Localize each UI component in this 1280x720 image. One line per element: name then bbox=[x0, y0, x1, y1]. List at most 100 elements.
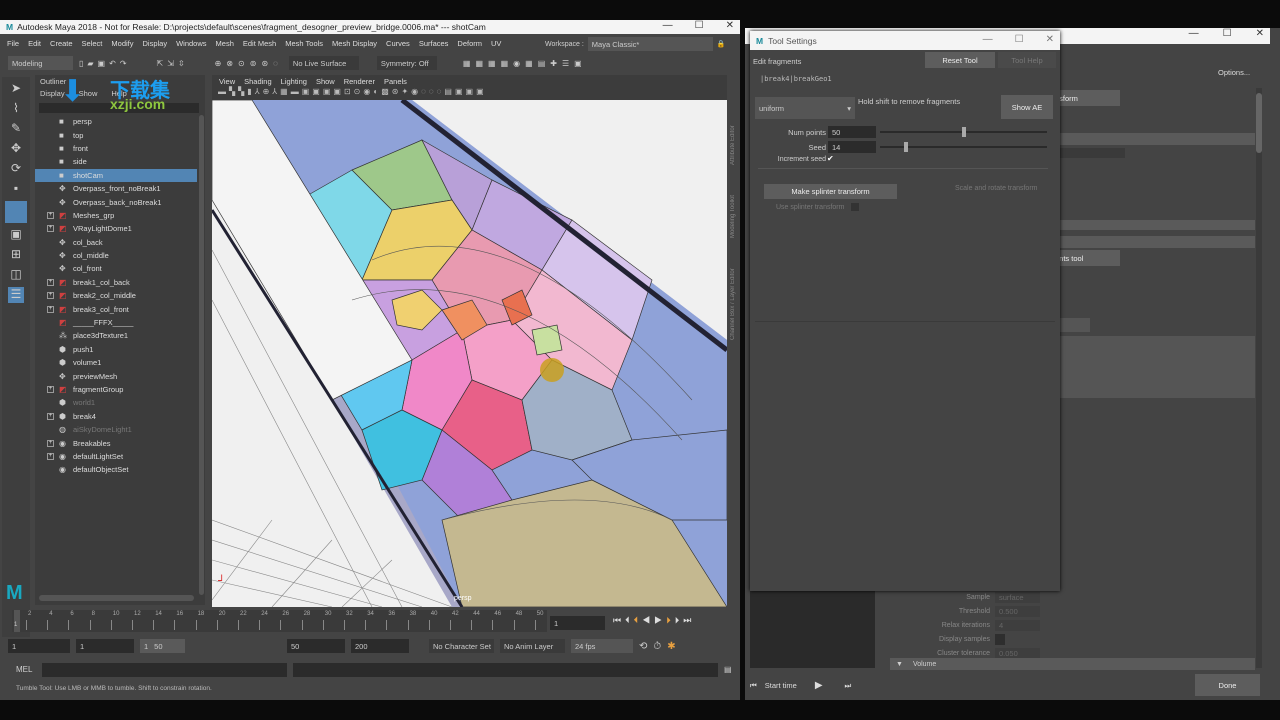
menu-display[interactable]: Display bbox=[143, 39, 168, 48]
current-frame-marker[interactable]: 1 bbox=[14, 610, 20, 632]
outliner-item[interactable]: + ◉ Breakables bbox=[35, 436, 197, 449]
end-frame-field[interactable]: 200 bbox=[351, 639, 409, 653]
outliner-item[interactable]: ■ top bbox=[35, 128, 197, 141]
expand-icon[interactable]: + bbox=[47, 278, 54, 286]
rewind-icon[interactable]: ⏮ bbox=[750, 681, 757, 691]
outliner-item[interactable]: ◍ aiSkyDomeLight1 bbox=[35, 423, 197, 436]
outliner-item[interactable]: ✥ col_front bbox=[35, 262, 197, 275]
character-set-dropdown[interactable]: No Character Set bbox=[429, 639, 494, 653]
snap-icons[interactable]: ⊕⊗⊙⊚⊛◌ bbox=[215, 59, 283, 68]
mel-label[interactable]: MEL bbox=[16, 665, 36, 674]
tool-help-button[interactable]: Tool Help bbox=[998, 52, 1056, 68]
script-editor-icon[interactable]: ▤ bbox=[724, 665, 732, 674]
menu-select[interactable]: Select bbox=[82, 39, 103, 48]
outliner-menu-display[interactable]: Display bbox=[40, 89, 65, 98]
attr-field[interactable]: 0.050 bbox=[995, 647, 1040, 659]
fps-dropdown[interactable]: 24 fps bbox=[571, 639, 633, 653]
command-input[interactable] bbox=[42, 662, 287, 677]
live-surface-field[interactable]: No Live Surface bbox=[288, 56, 359, 70]
outliner-item[interactable]: ■ shotCam bbox=[35, 168, 197, 182]
menu-deform[interactable]: Deform bbox=[457, 39, 482, 48]
transform-button-partial[interactable]: nsform bbox=[1055, 90, 1120, 106]
menu-edit[interactable]: Edit bbox=[28, 39, 41, 48]
mode-dropdown[interactable]: uniform ▾ bbox=[755, 97, 855, 119]
playback-start-field[interactable]: 1 bbox=[76, 639, 134, 653]
select-tool-icon[interactable]: ➤ bbox=[8, 81, 24, 97]
menu-mesh[interactable]: Mesh bbox=[216, 39, 234, 48]
menu-surfaces[interactable]: Surfaces bbox=[419, 39, 449, 48]
viewport-menu-shading[interactable]: Shading bbox=[244, 77, 272, 86]
outliner-item[interactable]: + ◩ fragmentGroup bbox=[35, 383, 197, 396]
menu-mesh-tools[interactable]: Mesh Tools bbox=[285, 39, 323, 48]
outliner-item[interactable]: ■ side bbox=[35, 155, 197, 168]
outliner-item[interactable]: + ◩ break1_col_back bbox=[35, 276, 197, 289]
viewport-menu-renderer[interactable]: Renderer bbox=[344, 77, 375, 86]
make-splinter-button[interactable]: Make splinter transform bbox=[764, 184, 897, 199]
viewport-scene[interactable] bbox=[212, 100, 727, 607]
menu-edit-mesh[interactable]: Edit Mesh bbox=[243, 39, 276, 48]
step-forward-icon[interactable]: ⏭ bbox=[845, 681, 852, 691]
anim-layer-dropdown[interactable]: No Anim Layer bbox=[500, 639, 565, 653]
maximize-button[interactable]: ☐ bbox=[695, 20, 704, 31]
num-points-field[interactable]: 50 bbox=[828, 126, 876, 138]
outliner-item[interactable]: ◩ _____FFFX_____ bbox=[35, 316, 197, 329]
start-frame-field[interactable]: 1 bbox=[8, 639, 70, 653]
two-view-icon[interactable]: ◫ bbox=[8, 267, 24, 283]
current-frame-field[interactable]: 1 bbox=[550, 616, 605, 630]
outliner-scrollbar[interactable] bbox=[199, 115, 204, 595]
reset-tool-button[interactable]: Reset Tool bbox=[925, 52, 995, 68]
menu-mesh-display[interactable]: Mesh Display bbox=[332, 39, 377, 48]
outliner-item[interactable]: ✥ col_middle bbox=[35, 249, 197, 262]
side-tab[interactable]: Channel Box / Layer Editor bbox=[730, 268, 740, 340]
outliner-item[interactable]: ✥ Overpass_back_noBreak1 bbox=[35, 195, 197, 208]
close-button[interactable]: ✕ bbox=[726, 20, 734, 31]
expand-icon[interactable]: + bbox=[47, 439, 54, 447]
attr-field[interactable]: surface bbox=[995, 591, 1040, 603]
viewport-toolbar[interactable]: ▬▚▚▮⅄⊕⅄▦▬▣▣▣▣⊡⊙◉◐▩⊛✦◉◌◌◌▤▣▣▣ bbox=[212, 87, 727, 99]
increment-seed-checkbox[interactable]: ✔ bbox=[827, 154, 834, 163]
close-button[interactable]: ✕ bbox=[1046, 34, 1054, 45]
outliner-item[interactable]: ⬢ world1 bbox=[35, 396, 197, 409]
auto-key-icon[interactable]: ⏱ bbox=[653, 641, 661, 652]
select-icons[interactable]: ⇱⇲⇳ bbox=[157, 59, 189, 68]
outliner-item[interactable]: ◉ defaultObjectSet bbox=[35, 463, 197, 476]
use-splinter-checkbox[interactable] bbox=[851, 203, 859, 211]
outliner-layout-icon[interactable]: ☰ bbox=[8, 287, 24, 303]
menu-file[interactable]: File bbox=[7, 39, 19, 48]
expand-icon[interactable]: + bbox=[47, 452, 54, 460]
prefs-icon[interactable]: ✱ bbox=[667, 641, 675, 652]
outliner-item[interactable]: ✥ previewMesh bbox=[35, 369, 197, 382]
paint-tool-icon[interactable]: ✎ bbox=[8, 121, 24, 137]
lock-icon[interactable]: 🔒 bbox=[717, 40, 726, 48]
workspace-dropdown[interactable]: Maya Classic* bbox=[587, 37, 713, 51]
outliner-item[interactable]: + ⬢ break4 bbox=[35, 410, 197, 423]
outliner-item[interactable]: ⁂ place3dTexture1 bbox=[35, 329, 197, 342]
single-view-icon[interactable]: ▣ bbox=[8, 227, 24, 243]
four-view-icon[interactable]: ⊞ bbox=[8, 247, 24, 263]
outliner-menu-show[interactable]: Show bbox=[79, 89, 98, 98]
expand-icon[interactable]: + bbox=[47, 386, 54, 393]
render-icons[interactable]: ▦▦▦▦◉▦▤✚☰▣ bbox=[463, 59, 587, 68]
maximize-button[interactable]: ☐ bbox=[1015, 34, 1024, 45]
attr-field[interactable]: 4 bbox=[995, 619, 1040, 631]
outliner-search[interactable] bbox=[39, 103, 199, 113]
lasso-tool-icon[interactable]: ⌇ bbox=[8, 101, 24, 117]
outliner-item[interactable]: + ◩ VRayLightDome1 bbox=[35, 222, 197, 235]
menu-uv[interactable]: UV bbox=[491, 39, 501, 48]
symmetry-field[interactable]: Symmetry: Off bbox=[376, 56, 437, 70]
viewport-menu-panels[interactable]: Panels bbox=[384, 77, 407, 86]
last-tool-icon[interactable] bbox=[5, 201, 27, 223]
menu-create[interactable]: Create bbox=[50, 39, 73, 48]
workspace-selector[interactable]: Workspace : Maya Classic* 🔒 bbox=[545, 37, 726, 51]
menu-windows[interactable]: Windows bbox=[176, 39, 206, 48]
viewport-menu-show[interactable]: Show bbox=[316, 77, 335, 86]
num-points-slider[interactable] bbox=[880, 127, 1047, 137]
playback-end-field[interactable]: 50 bbox=[287, 639, 345, 653]
volume-section-header[interactable]: ▼ Volume bbox=[890, 658, 1255, 670]
show-ae-button[interactable]: Show AE bbox=[1001, 95, 1053, 119]
expand-icon[interactable]: + bbox=[47, 412, 54, 420]
menu-modify[interactable]: Modify bbox=[111, 39, 133, 48]
range-slider[interactable]: 1 50 bbox=[140, 639, 185, 653]
file-icons[interactable]: ▯▰▣↶↷ bbox=[79, 59, 131, 68]
outliner-item[interactable]: ⬢ volume1 bbox=[35, 356, 197, 369]
